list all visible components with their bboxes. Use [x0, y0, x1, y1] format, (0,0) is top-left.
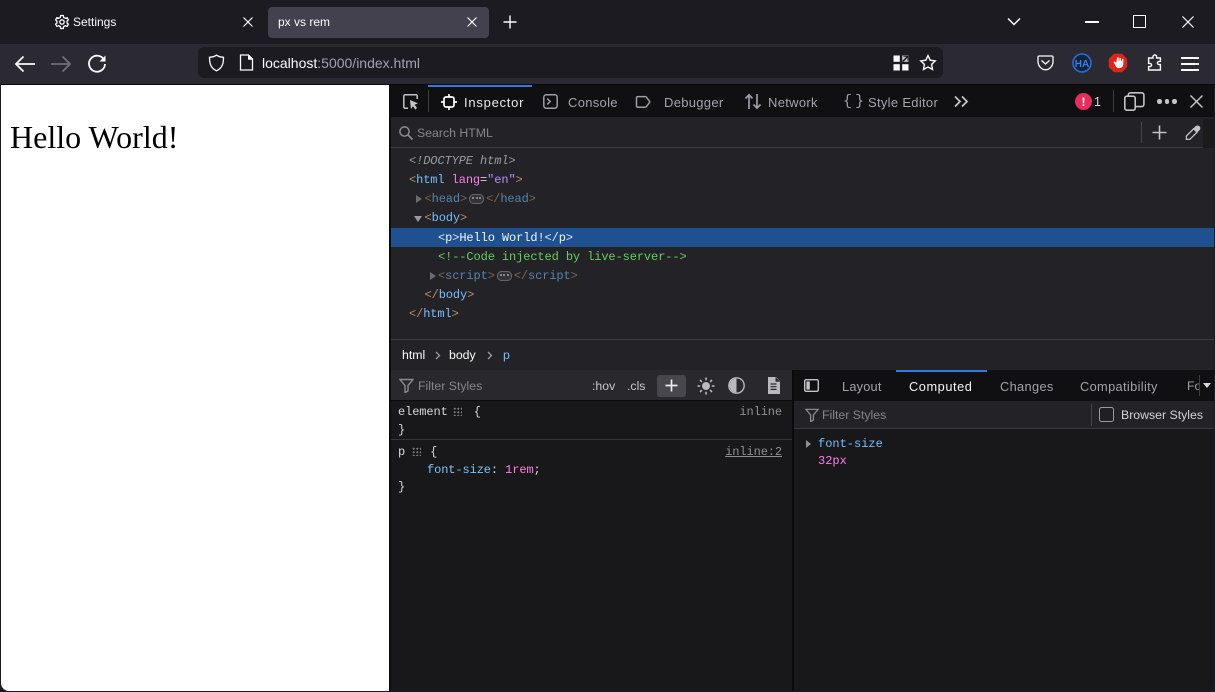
svg-text:HA: HA	[1075, 59, 1089, 70]
